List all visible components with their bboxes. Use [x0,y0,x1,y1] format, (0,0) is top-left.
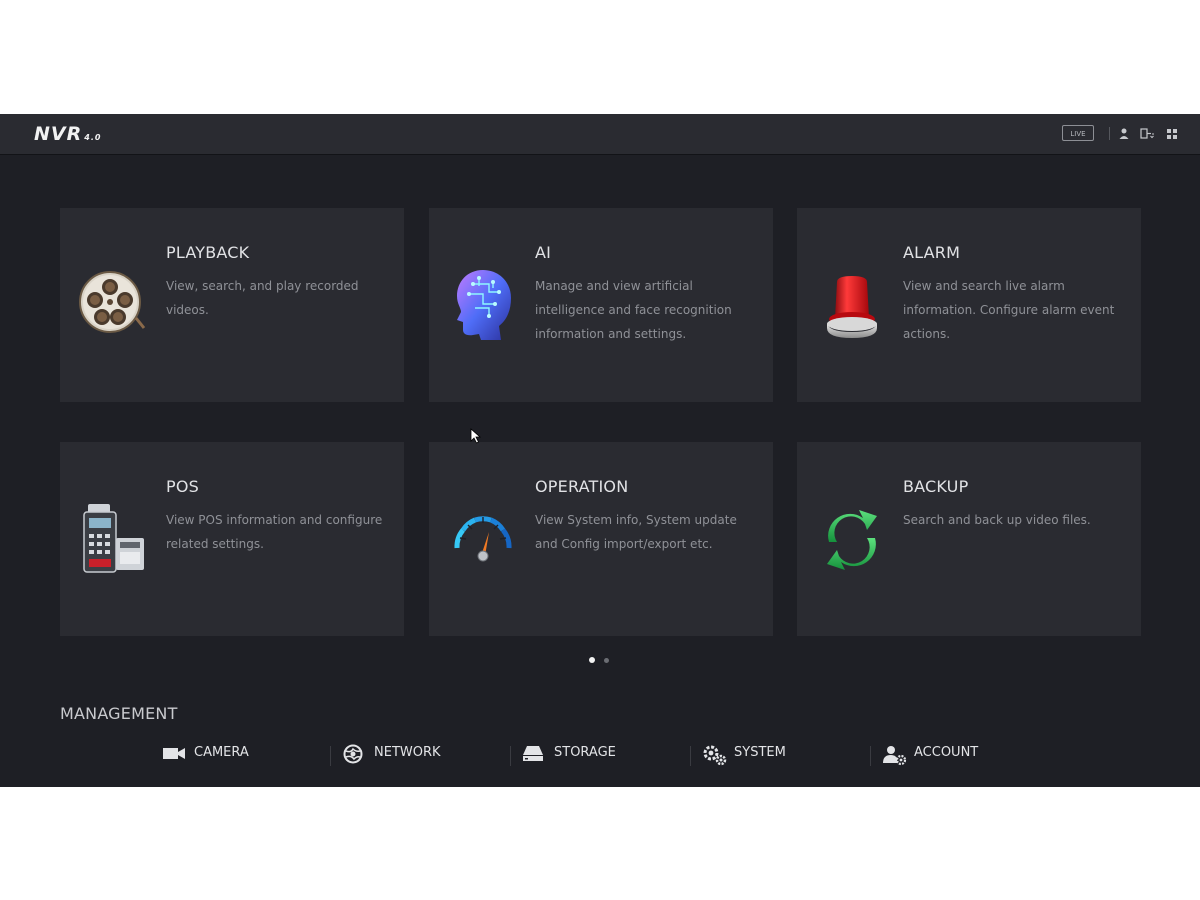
grid-icon[interactable] [1166,126,1178,145]
card-pos[interactable]: POS View POS information and configure r… [60,442,404,636]
user-icon[interactable] [1118,126,1130,145]
pos-terminal-icon [82,502,146,580]
card-description: View POS information and configure relat… [166,513,383,551]
card-operation[interactable]: OPERATION View System info, System updat… [429,442,773,636]
film-reel-icon [78,270,148,344]
logo-text: NVR [34,123,83,145]
card-backup[interactable]: BACKUP Search and back up video files. [797,442,1141,636]
logout-icon[interactable] [1140,126,1156,145]
divider [690,746,691,766]
camera-icon [162,744,186,766]
divider [870,746,871,766]
card-title: OPERATION [535,477,629,496]
nvr-logo: NVR 4.0 [34,123,101,145]
card-description: Manage and view artificial intelligence … [535,279,732,341]
logo-version: 4.0 [84,133,102,142]
management-label: SYSTEM [734,745,786,760]
gauge-icon [449,508,517,570]
page-dot-active[interactable] [589,657,595,663]
divider [330,746,331,766]
network-globe-icon [342,744,364,768]
card-title: PLAYBACK [166,243,250,262]
divider [510,746,511,766]
card-description: View System info, System update and Conf… [535,513,737,551]
card-ai[interactable]: AI Manage and view artificial intelligen… [429,208,773,402]
ai-head-icon [449,264,515,346]
card-description: View, search, and play recorded videos. [166,279,359,317]
management-label: CAMERA [194,745,249,760]
refresh-arrows-icon [819,500,885,584]
alarm-light-icon [821,272,883,344]
card-title: BACKUP [903,477,969,496]
nvr-main-menu: NVR 4.0 LIVE PLAYBACK View, search, and … [0,114,1200,787]
gears-icon [702,744,728,770]
card-description: View and search live alarm information. … [903,279,1115,341]
storage-drive-icon [522,744,544,766]
card-title: ALARM [903,243,961,262]
management-label: STORAGE [554,745,616,760]
account-gear-icon [882,744,908,770]
card-title: POS [166,477,199,496]
divider [1109,127,1110,140]
top-bar: NVR 4.0 LIVE [0,114,1200,155]
management-label: ACCOUNT [914,745,979,760]
card-alarm[interactable]: ALARM View and search live alarm informa… [797,208,1141,402]
mouse-cursor-icon [470,428,482,448]
card-title: AI [535,243,552,262]
management-title: MANAGEMENT [60,704,178,723]
page-dot[interactable] [604,658,609,663]
card-playback[interactable]: PLAYBACK View, search, and play recorded… [60,208,404,402]
card-description: Search and back up video files. [903,513,1091,527]
live-button[interactable]: LIVE [1062,125,1094,141]
management-label: NETWORK [374,745,441,760]
